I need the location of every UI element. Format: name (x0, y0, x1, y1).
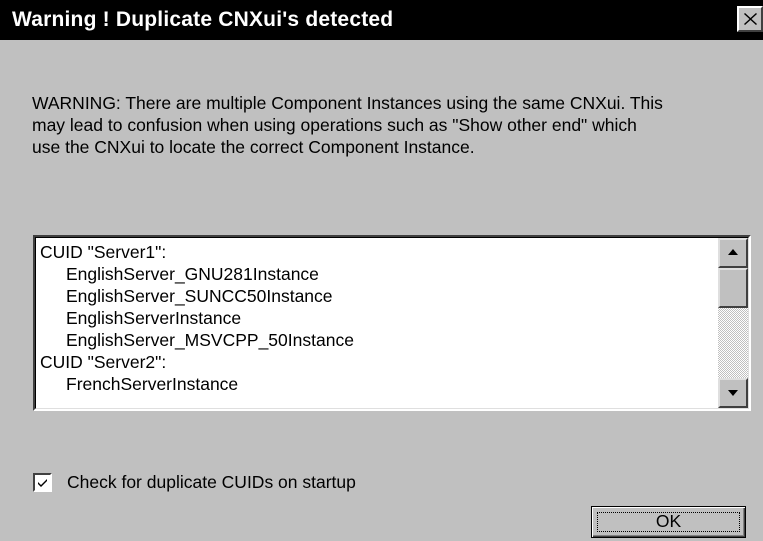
list-item-instance[interactable]: EnglishServerInstance (40, 307, 710, 329)
close-button[interactable] (737, 6, 763, 32)
arrow-down-icon (728, 390, 738, 396)
title-bar[interactable]: Warning ! Duplicate CNXui's detected (0, 0, 763, 40)
warning-message: WARNING: There are multiple Component In… (32, 93, 663, 157)
ok-button[interactable]: OK (591, 506, 746, 538)
list-content: CUID "Server1": EnglishServer_GNU281Insta… (40, 241, 710, 395)
list-item-instance[interactable]: FrenchServerInstance (40, 373, 710, 395)
scroll-thumb[interactable] (718, 268, 748, 308)
ok-button-label: OK (655, 511, 682, 531)
scroll-down-button[interactable] (718, 378, 748, 408)
window-title: Warning ! Duplicate CNXui's detected (12, 8, 394, 31)
startup-check-checkbox[interactable] (33, 473, 52, 492)
list-item-instance[interactable]: EnglishServer_MSVCPP_50Instance (40, 329, 710, 351)
close-icon (744, 13, 757, 25)
checkmark-icon (38, 479, 47, 487)
list-item-cuid-header[interactable]: CUID "Server1": (40, 241, 710, 263)
arrow-up-icon (728, 249, 738, 255)
warning-dialog: Warning ! Duplicate CNXui's detected WAR… (0, 0, 763, 541)
duplicate-cuid-list[interactable]: CUID "Server1": EnglishServer_GNU281Insta… (33, 235, 751, 411)
list-item-instance[interactable]: EnglishServer_GNU281Instance (40, 263, 710, 285)
scroll-up-button[interactable] (718, 238, 748, 268)
vertical-scrollbar[interactable] (718, 238, 748, 408)
list-item-cuid-header[interactable]: CUID "Server2": (40, 351, 710, 373)
list-item-instance[interactable]: EnglishServer_SUNCC50Instance (40, 285, 710, 307)
startup-check-label[interactable]: Check for duplicate CUIDs on startup (67, 471, 356, 493)
